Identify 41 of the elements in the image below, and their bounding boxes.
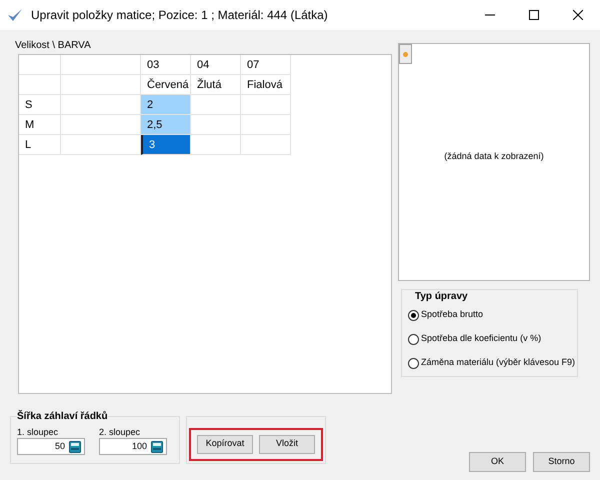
column-header: 07 <box>241 55 291 75</box>
window-title: Upravit položky matice; Pozice: 1 ; Materiál: 444 (Látka) <box>31 7 328 24</box>
radio-label: Spotřeba brutto <box>421 308 484 322</box>
table-cell[interactable] <box>191 95 241 115</box>
calculator-icon <box>69 440 81 452</box>
radio-button[interactable] <box>408 310 419 320</box>
radio-button[interactable] <box>408 334 419 344</box>
corner-cell <box>19 75 61 95</box>
field-label: 1. sloupec <box>17 426 60 438</box>
radio-label: Záměna materiálu (výběr klávesou F9) <box>421 356 576 370</box>
table-cell[interactable] <box>191 135 241 155</box>
corner-cell <box>19 55 61 75</box>
table-cell[interactable] <box>241 95 291 115</box>
table-cell[interactable] <box>241 135 291 155</box>
empty-message: (žádná data k zobrazení) <box>444 150 544 164</box>
group-title: Typ úpravy <box>415 290 469 303</box>
column-header: 03 <box>141 55 191 75</box>
radio-label: Spotřeba dle koeficientu (v %) <box>421 332 542 346</box>
table-cell[interactable]: 3 <box>141 135 191 155</box>
number-field[interactable]: 50 <box>17 438 85 455</box>
row-header: S <box>19 95 61 115</box>
number-field[interactable]: 100 <box>99 438 167 455</box>
column-header: 04 <box>191 55 241 75</box>
maximize-icon <box>529 10 539 20</box>
action-button[interactable]: Kopírovat <box>197 434 253 454</box>
action-button[interactable]: Vložit <box>259 434 315 454</box>
table-cell[interactable]: 2,5 <box>141 115 191 135</box>
checkmark-icon <box>7 7 23 23</box>
dot-icon <box>403 52 408 56</box>
table-cell[interactable] <box>241 115 291 135</box>
table-cell[interactable] <box>191 115 241 135</box>
row-header: L <box>19 135 61 155</box>
grid-label: Velikost \ BARVA <box>15 39 92 53</box>
table-cell[interactable]: 2 <box>141 95 191 115</box>
dialog-button[interactable]: OK <box>469 452 526 472</box>
dialog-button[interactable]: Storno <box>533 452 590 472</box>
row-header: M <box>19 115 61 135</box>
field-label: 2. sloupec <box>99 426 142 438</box>
calculator-icon <box>151 440 163 452</box>
radio-button[interactable] <box>408 358 419 368</box>
close-icon <box>573 10 583 20</box>
